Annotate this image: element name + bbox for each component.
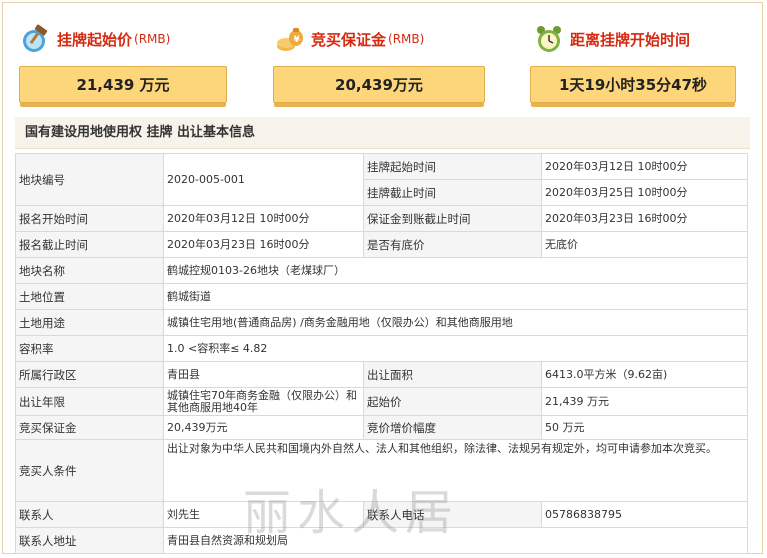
term-label: 出让年限 xyxy=(15,387,164,416)
reg-end-value: 2020年03月23日 16时00分 xyxy=(163,231,364,258)
parcel-no-label: 地块编号 xyxy=(15,153,164,206)
money-bag-icon: ¥ xyxy=(275,24,305,54)
auction-hammer-icon xyxy=(21,24,51,54)
table-row: 报名开始时间 2020年03月12日 10时00分 保证金到账截止时间 2020… xyxy=(15,205,748,232)
deposit-header: ¥ 竞买保证金 (RMB) xyxy=(275,21,424,57)
listing-end-value: 2020年03月25日 10时00分 xyxy=(541,179,748,206)
parcel-name-value: 鹤城控规0103-26地块（老煤球厂） xyxy=(163,257,748,284)
increment-value: 50 万元 xyxy=(541,415,748,440)
start-price-title: 挂牌起始价 xyxy=(57,30,133,49)
deposit-box: 20,439万元 xyxy=(273,66,485,107)
deposit-deadline-label: 保证金到账截止时间 xyxy=(363,205,542,232)
table-row: 土地位置 鹤城街道 xyxy=(15,283,748,310)
start-price-unit: (RMB) xyxy=(134,32,171,46)
listing-end-label: 挂牌截止时间 xyxy=(363,179,542,206)
far-label: 容积率 xyxy=(15,335,164,362)
svg-text:¥: ¥ xyxy=(294,35,301,45)
district-value: 青田县 xyxy=(163,361,364,388)
address-value: 青田县自然资源和规划局 xyxy=(163,527,748,554)
start-price-value: 21,439 万元 xyxy=(541,387,748,416)
countdown-header: 距离挂牌开始时间 xyxy=(534,21,690,57)
parcel-no-value: 2020-005-001 xyxy=(163,153,364,206)
listing-start-label: 挂牌起始时间 xyxy=(363,153,542,180)
countdown-box: 1天19小时35分47秒 xyxy=(530,66,736,107)
start-price-box: 21,439 万元 xyxy=(19,66,227,107)
usage-label: 土地用途 xyxy=(15,309,164,336)
table-row: 竞买人条件 出让对象为中华人民共和国境内外自然人、法人和其他组织，除法律、法规另… xyxy=(15,439,748,502)
contact-value: 刘先生 xyxy=(163,501,364,528)
location-value: 鹤城街道 xyxy=(163,283,748,310)
usage-value: 城镇住宅用地(普通商品房) /商务金融用地（仅限办公）和其他商服用地 xyxy=(163,309,748,336)
area-value: 6413.0平方米（9.62亩) xyxy=(541,361,748,388)
contact-label: 联系人 xyxy=(15,501,164,528)
alarm-clock-icon xyxy=(534,24,564,54)
table-row: 报名截止时间 2020年03月23日 16时00分 是否有底价 无底价 xyxy=(15,231,748,258)
far-value: 1.0 <容积率≤ 4.82 xyxy=(163,335,748,362)
deposit-deadline-value: 2020年03月23日 16时00分 xyxy=(541,205,748,232)
location-label: 土地位置 xyxy=(15,283,164,310)
deposit-title: 竞买保证金 xyxy=(311,30,387,49)
reg-start-value: 2020年03月12日 10时00分 xyxy=(163,205,364,232)
table-row: 出让年限 城镇住宅70年商务金融（仅限办公）和其他商服用地40年 起始价 21,… xyxy=(15,387,748,416)
table-row: 地块编号 2020-005-001 挂牌起始时间 2020年03月12日 10时… xyxy=(15,153,748,206)
table-row: 地块名称 鹤城控规0103-26地块（老煤球厂） xyxy=(15,257,748,284)
table-row: 所属行政区 青田县 出让面积 6413.0平方米（9.62亩) xyxy=(15,361,748,388)
reserve-label: 是否有底价 xyxy=(363,231,542,258)
reg-start-label: 报名开始时间 xyxy=(15,205,164,232)
reserve-value: 无底价 xyxy=(541,231,748,258)
deposit-unit: (RMB) xyxy=(388,32,425,46)
deposit-value: 20,439万元 xyxy=(163,415,364,440)
conditions-value: 出让对象为中华人民共和国境内外自然人、法人和其他组织，除法律、法规另有规定外，均… xyxy=(163,439,748,502)
table-row: 联系人 刘先生 联系人电话 05786838795 xyxy=(15,501,748,528)
term-value: 城镇住宅70年商务金融（仅限办公）和其他商服用地40年 xyxy=(163,387,364,416)
table-row: 竞买保证金 20,439万元 竞价增价幅度 50 万元 xyxy=(15,415,748,440)
table-row: 土地用途 城镇住宅用地(普通商品房) /商务金融用地（仅限办公）和其他商服用地 xyxy=(15,309,748,336)
phone-value: 05786838795 xyxy=(541,501,748,528)
reg-end-label: 报名截止时间 xyxy=(15,231,164,258)
table-row: 联系人地址 青田县自然资源和规划局 xyxy=(15,527,748,554)
listing-start-value: 2020年03月12日 10时00分 xyxy=(541,153,748,180)
section-title: 国有建设用地使用权 挂牌 出让基本信息 xyxy=(15,117,750,149)
conditions-label: 竞买人条件 xyxy=(15,439,164,502)
deposit-label: 竞买保证金 xyxy=(15,415,164,440)
start-price-label: 起始价 xyxy=(363,387,542,416)
address-label: 联系人地址 xyxy=(15,527,164,554)
listing-panel: 挂牌起始价 (RMB) ¥ 竞买保证金 (RMB) 距离挂牌开始时间 21,43… xyxy=(2,2,763,554)
increment-label: 竞价增价幅度 xyxy=(363,415,542,440)
area-label: 出让面积 xyxy=(363,361,542,388)
start-price-header: 挂牌起始价 (RMB) xyxy=(21,21,170,57)
parcel-name-label: 地块名称 xyxy=(15,257,164,284)
countdown-title: 距离挂牌开始时间 xyxy=(570,30,691,49)
district-label: 所属行政区 xyxy=(15,361,164,388)
phone-label: 联系人电话 xyxy=(363,501,542,528)
land-info-table: 地块编号 2020-005-001 挂牌起始时间 2020年03月12日 10时… xyxy=(15,153,748,554)
table-row: 容积率 1.0 <容积率≤ 4.82 xyxy=(15,335,748,362)
